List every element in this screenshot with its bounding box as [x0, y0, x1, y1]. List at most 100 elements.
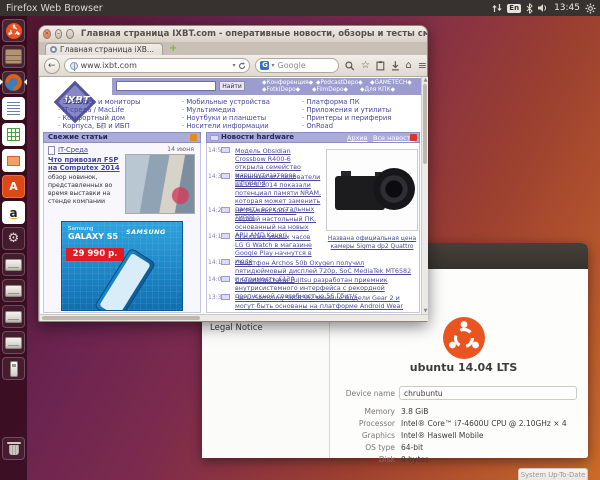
amazon-smile	[9, 215, 19, 219]
article-category-link[interactable]: IT-Среда	[58, 146, 88, 154]
new-tab-button[interactable]: +	[169, 44, 177, 54]
horizontal-scrollbar[interactable]	[40, 314, 428, 321]
site-search-input[interactable]	[116, 81, 216, 91]
rss-icon[interactable]	[190, 134, 197, 141]
nav-link[interactable]: · Носители информации	[182, 122, 269, 130]
news-all-link[interactable]: Все новости	[373, 134, 415, 143]
launcher-icon-drive-4[interactable]	[2, 331, 25, 354]
launcher-icon-drive-3[interactable]	[2, 305, 25, 328]
url-bar[interactable]: www.ixbt.com ▾	[63, 58, 251, 73]
device-name-input[interactable]	[399, 386, 577, 400]
bluetooth-icon[interactable]	[526, 2, 533, 14]
news-item-link[interactable]: Часы Samsung SM-R382 меньше модели Gear …	[235, 294, 417, 310]
nav-link[interactable]: · Платформа ПК	[302, 98, 360, 106]
launcher-icon-ubuntu-dash[interactable]	[2, 19, 25, 42]
nav-link[interactable]: · Приложения и утилиты	[302, 106, 391, 114]
nav-link[interactable]: · 3D-видео и мониторы	[58, 98, 140, 106]
launcher-icon-drive-2[interactable]	[2, 279, 25, 302]
field-value-graphics: Intel® Haswell Mobile	[401, 431, 484, 440]
news-item-icon	[221, 147, 230, 153]
vertical-scroll-thumb[interactable]	[423, 84, 427, 164]
bookmark-star-icon[interactable]: ☆	[361, 60, 370, 71]
ubuntu-dash-icon	[5, 22, 22, 39]
nav-link[interactable]: · Мобильные устройства	[182, 98, 270, 106]
calc-icon	[7, 128, 20, 141]
launcher-icon-usb-drive[interactable]	[2, 357, 25, 380]
navigation-toolbar: ← www.ixbt.com ▾ G ▾ Google ☆ ⌂ ≡	[39, 55, 427, 77]
horizontal-scroll-thumb[interactable]	[42, 316, 200, 320]
launcher-icon-software-center[interactable]: A	[2, 175, 25, 198]
back-button[interactable]: ←	[44, 57, 60, 74]
url-dropdown-icon[interactable]: ▾	[232, 62, 235, 69]
field-value-os-type: 64-bit	[401, 443, 424, 452]
camera-image[interactable]	[326, 149, 418, 231]
article-title-link[interactable]: Что привозил FSP на Computex 2014	[48, 156, 124, 173]
volume-icon[interactable]	[538, 3, 549, 13]
nav-link[interactable]: · Ноутбуки и планшеты	[182, 114, 266, 122]
launcher-icon-libreoffice-writer[interactable]	[2, 97, 25, 120]
launcher-icon-system-settings[interactable]: ⚙	[2, 227, 25, 250]
files-icon	[5, 49, 22, 64]
search-engine-dropdown-icon[interactable]: ▾	[271, 62, 274, 69]
firefox-titlebar[interactable]: × – Главная страница IXBT.com - оператив…	[39, 26, 427, 42]
nav-link[interactable]: · Мультимедиа	[182, 106, 236, 114]
session-gear-icon[interactable]	[585, 2, 596, 14]
launcher-icon-libreoffice-calc[interactable]	[2, 123, 25, 146]
site-header-band: Найти ◆Конференция◆ ◆PodcastDepo◆ ◆GAMET…	[112, 78, 421, 95]
nav-link[interactable]: · IT-среда / MacLife	[58, 106, 124, 114]
network-icon[interactable]	[492, 3, 502, 13]
ad-product-label: GALAXY S5	[68, 232, 119, 241]
article-date: 14 июня	[167, 146, 194, 153]
samsung-logo: SAMSUNG	[126, 228, 166, 236]
writer-icon	[7, 102, 20, 115]
search-engine-label: Google	[277, 61, 306, 70]
clock[interactable]: 13:45	[554, 3, 580, 13]
maximize-button[interactable]	[66, 29, 74, 39]
camera-caption-link[interactable]: Названа официальная цена камеры Sigma dp…	[326, 235, 418, 251]
toplink-pda[interactable]: ◆Для КПК◆	[360, 87, 395, 93]
articles-header-label: Свежие статьи	[48, 133, 108, 141]
keyboard-layout-indicator[interactable]: En	[507, 3, 522, 13]
close-button[interactable]: ×	[43, 29, 51, 39]
active-app-title[interactable]: Firefox Web Browser	[6, 3, 103, 14]
vertical-scrollbar[interactable]: ▲ ▼	[421, 77, 428, 314]
home-icon[interactable]: ⌂	[405, 60, 411, 71]
minimize-button[interactable]: –	[54, 29, 63, 39]
menu-icon[interactable]: ≡	[418, 60, 427, 71]
launcher-icon-drive-1[interactable]	[2, 253, 25, 276]
launcher-icon-libreoffice-impress[interactable]	[2, 149, 25, 172]
launcher-icon-trash[interactable]	[2, 437, 25, 460]
reload-icon[interactable]	[238, 61, 246, 70]
nav-link[interactable]: · Принтеры и периферия	[302, 114, 391, 122]
article-photo[interactable]	[125, 154, 195, 214]
top-panel: Firefox Web Browser En 13:45	[0, 0, 600, 16]
downloads-icon[interactable]	[391, 60, 400, 71]
toplink-fotkidepo[interactable]: ◆FotkiDepo◆	[262, 87, 300, 93]
field-label-graphics: Graphics	[361, 431, 395, 440]
tab-ixbt[interactable]: Главная страница iXB...	[45, 43, 163, 55]
news-item-icon	[221, 233, 230, 239]
samsung-ad-banner[interactable]: Samsung GALAXY S5 SAMSUNG 29 990 р.	[61, 221, 183, 311]
article-summary: обзор новинок, представленных во время в…	[48, 174, 113, 206]
sidebar-item-legal-notice[interactable]: Legal Notice	[210, 323, 263, 333]
system-up-to-date-button[interactable]: System Up-To-Date	[518, 468, 588, 480]
toplink-filmdepo[interactable]: ◆FilmDepo◆	[312, 87, 348, 93]
search-icon[interactable]	[345, 61, 355, 71]
toplink-gametech[interactable]: ◆GAMETECH◆	[370, 80, 412, 86]
bookmarks-menu-icon[interactable]	[376, 60, 385, 71]
scroll-up-arrow[interactable]: ▲	[422, 77, 428, 83]
toplink-conference[interactable]: ◆Конференция◆	[262, 80, 313, 86]
field-value-disk: 0 bytes	[401, 455, 429, 464]
toplink-podcastdepo[interactable]: ◆PodcastDepo◆	[316, 80, 363, 86]
drive-icon	[5, 258, 22, 271]
launcher-icon-amazon[interactable]: a	[2, 201, 25, 224]
launcher-icon-firefox[interactable]	[2, 71, 25, 94]
nav-link[interactable]: · Корпуса, БП и ИБП	[58, 122, 130, 130]
site-search-button[interactable]: Найти	[219, 81, 245, 91]
search-bar[interactable]: G ▾ Google	[255, 58, 340, 73]
news-archive-link[interactable]: Архив	[347, 134, 367, 143]
launcher-icon-files[interactable]	[2, 45, 25, 68]
news-rss-icon[interactable]	[410, 134, 417, 141]
nav-link[interactable]: · Комфортный дом	[58, 114, 125, 122]
nav-link[interactable]: · OnRoad	[302, 122, 333, 130]
